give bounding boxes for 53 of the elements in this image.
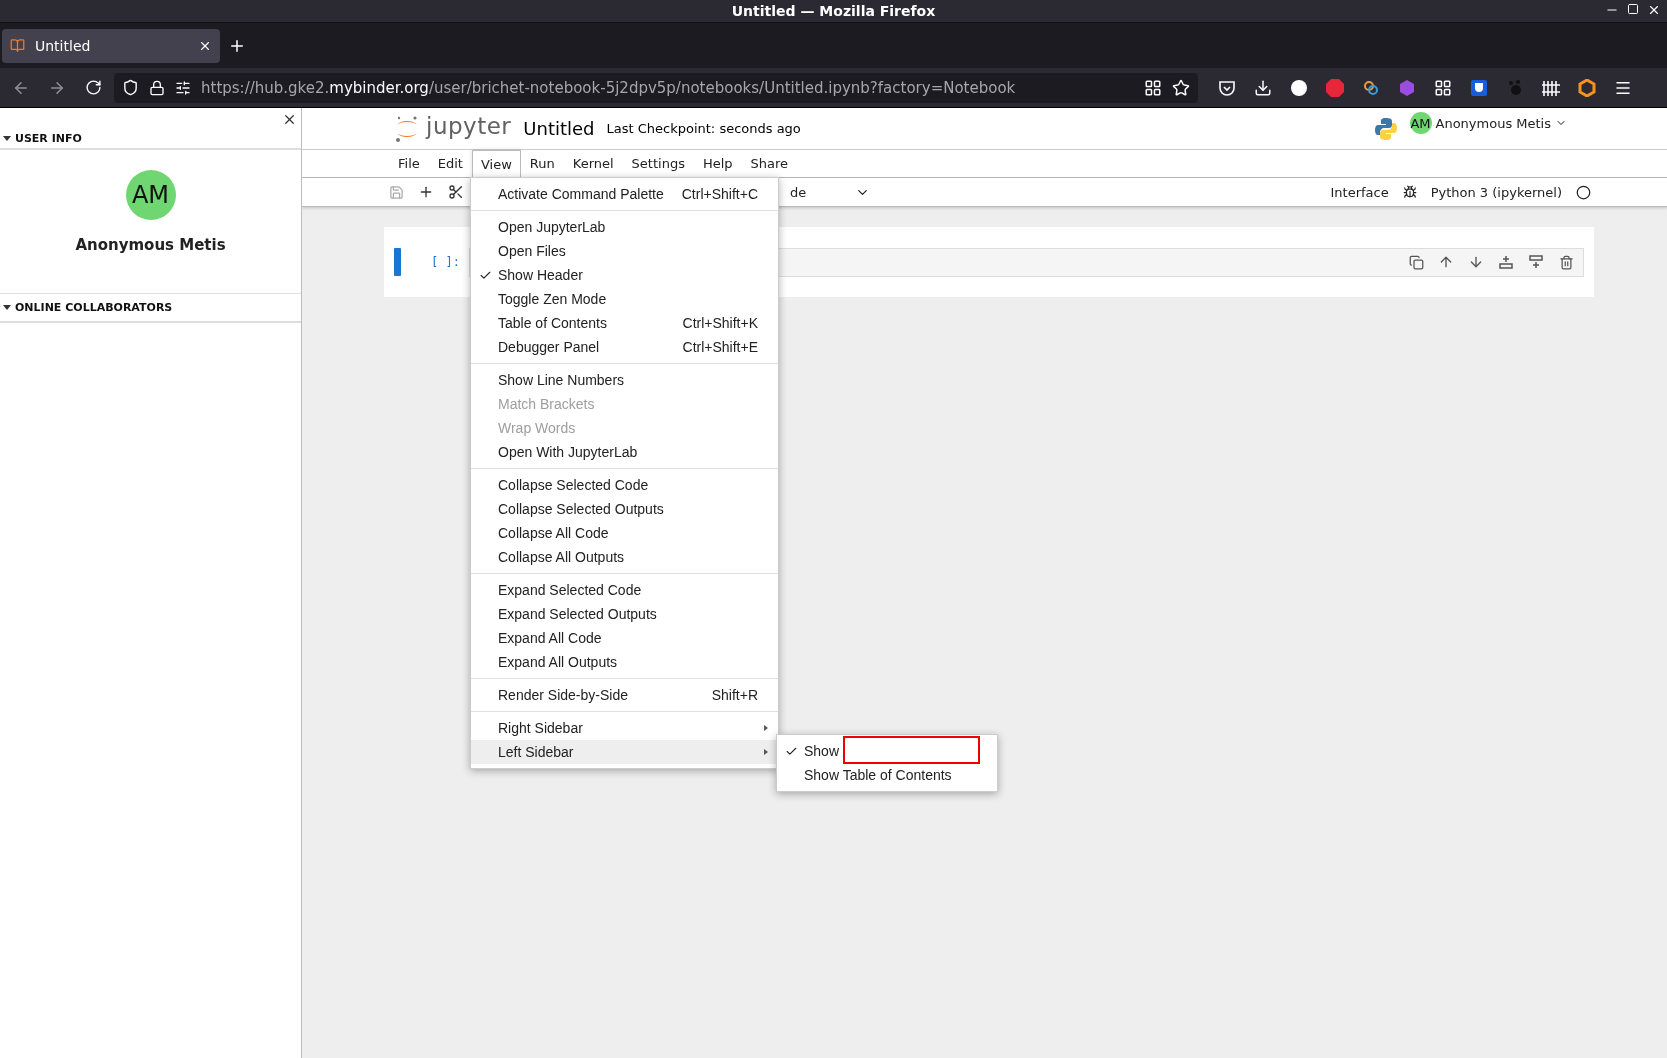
menu-item[interactable]: Expand All Outputs (471, 650, 778, 674)
menu-item[interactable]: Expand Selected Code (471, 578, 778, 602)
user-menu[interactable]: AM Anonymous Metis (1409, 112, 1567, 134)
menu-item[interactable]: Left Sidebar (471, 740, 778, 764)
menu-item[interactable]: Open JupyterLab (471, 215, 778, 239)
cell-type-dropdown[interactable]: de (790, 184, 870, 200)
menu-item[interactable]: Open Files (471, 239, 778, 263)
user-avatar: AM (1409, 112, 1432, 134)
cell-selection-bar (394, 248, 401, 276)
section-header[interactable]: USER INFO (0, 128, 301, 150)
user-name: Anonymous Metis (75, 236, 226, 254)
permissions-icon[interactable] (175, 79, 191, 96)
browser-tab[interactable]: Untitled (2, 28, 220, 63)
user-avatar: AM (125, 170, 176, 220)
menu-item[interactable]: Show Line Numbers (471, 368, 778, 392)
close-icon[interactable] (282, 112, 297, 127)
checkpoint-text: Last Checkpoint: seconds ago (606, 121, 802, 136)
book-icon (10, 38, 25, 53)
star-icon[interactable] (1172, 78, 1190, 97)
cell-prompt: [ ]: (431, 255, 459, 269)
window-title: Untitled — Mozilla Firefox (731, 3, 936, 19)
menu-item[interactable]: View (471, 150, 521, 177)
notebook-title[interactable]: Untitled (523, 118, 595, 139)
menu-item[interactable]: Expand All Code (471, 626, 778, 650)
close-icon[interactable] (1647, 3, 1661, 17)
maximize-icon[interactable] (1627, 3, 1639, 15)
lock-icon[interactable] (149, 79, 165, 96)
jupyter-logo: jupyter (426, 112, 512, 139)
menu-item[interactable]: Right Sidebar (471, 716, 778, 740)
menu-item[interactable]: Debugger Panel Ctrl+Shift+E (471, 335, 778, 359)
menu-item[interactable]: Activate Command Palette Ctrl+Shift+C (471, 182, 778, 206)
menu-item[interactable]: Collapse All Code (471, 521, 778, 545)
menu-item[interactable]: Collapse Selected Outputs (471, 497, 778, 521)
user-name: Anonymous Metis (1435, 115, 1551, 131)
menu-item[interactable]: Show Header (471, 263, 778, 287)
bug-icon[interactable] (1402, 185, 1417, 199)
grid-icon[interactable] (1144, 78, 1162, 97)
submenu-arrow-icon (764, 749, 768, 755)
menu-item[interactable]: Toggle Zen Mode (471, 287, 778, 311)
kernel-status-icon (1576, 184, 1591, 200)
interface-label[interactable]: Interface (1330, 184, 1389, 200)
menu-item[interactable]: Show Table of Contents (777, 763, 997, 787)
menu-item[interactable]: Table of Contents Ctrl+Shift+K (471, 311, 778, 335)
python-logo-icon (1373, 116, 1398, 141)
menu-item[interactable]: Collapse Selected Code (471, 473, 778, 497)
menu-item[interactable]: Render Side-by-Side Shift+R (471, 683, 778, 707)
shield-icon[interactable] (122, 79, 139, 96)
section-header[interactable]: ONLINE COLLABORATORS (0, 293, 301, 323)
submenu-arrow-icon (764, 725, 768, 731)
menu-item[interactable]: Expand Selected Outputs (471, 602, 778, 626)
kernel-name[interactable]: Python 3 (ipykernel) (1430, 184, 1562, 200)
menu-item[interactable]: Open With JupyterLab (471, 440, 778, 464)
menu-item[interactable]: Collapse All Outputs (471, 545, 778, 569)
